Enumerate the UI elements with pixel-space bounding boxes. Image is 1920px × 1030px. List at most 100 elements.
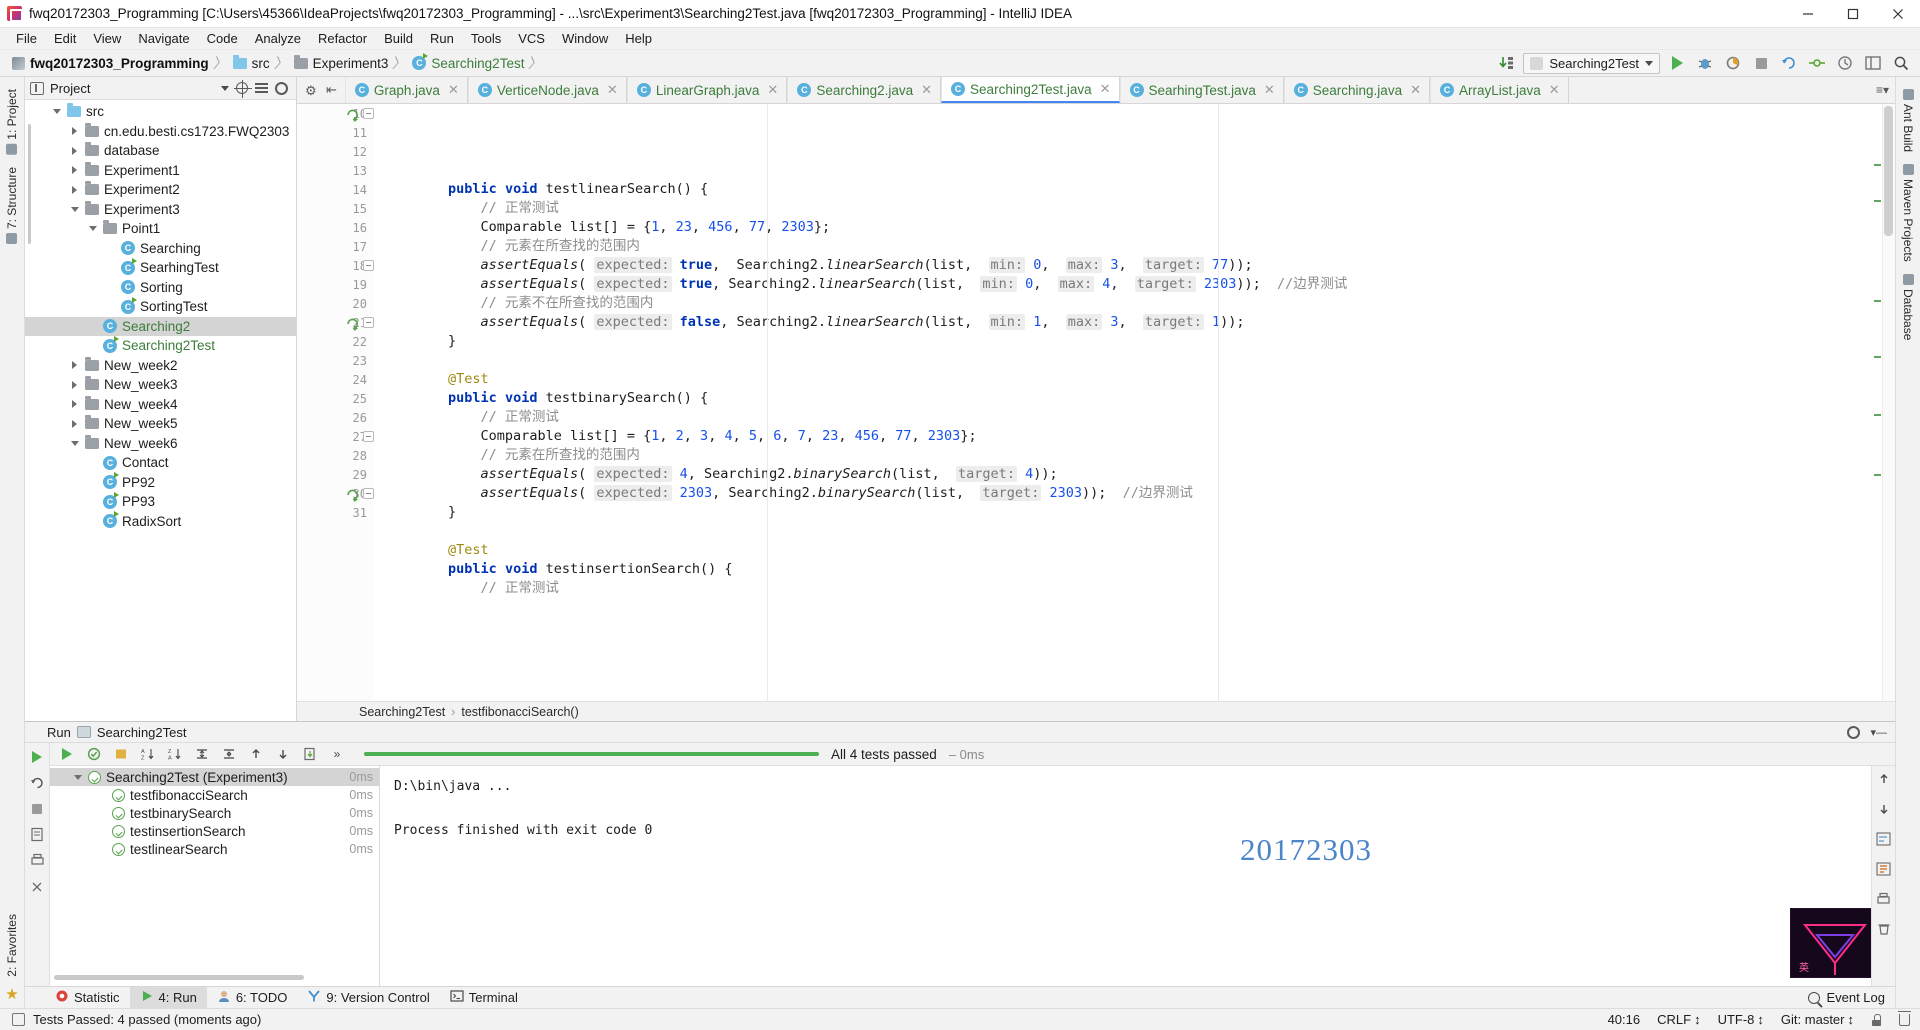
tree-node[interactable]: C Searching2 [25, 316, 296, 336]
gear-dropdown-icon[interactable]: ⚙ [305, 84, 318, 97]
expand-all-icon[interactable] [194, 746, 210, 762]
close-icon[interactable]: ✕ [607, 82, 618, 98]
caret-position[interactable]: 40:16 [1608, 1012, 1641, 1027]
tree-node[interactable]: Point1 [25, 219, 296, 239]
stop-icon[interactable] [29, 800, 46, 817]
run-test-gutter-icon[interactable] [345, 487, 361, 503]
search-icon[interactable] [1808, 991, 1821, 1004]
vcs-update-icon[interactable] [1778, 53, 1800, 74]
chevron-down-icon[interactable] [69, 206, 80, 212]
menu-navigate[interactable]: Navigate [130, 29, 197, 48]
tree-node[interactable]: C SearhingTest [25, 257, 296, 278]
tree-node[interactable]: Experiment1 [25, 161, 296, 181]
close-icon[interactable]: ✕ [1549, 82, 1560, 98]
file-encoding[interactable]: UTF-8 ↕ [1718, 1012, 1764, 1027]
minimize-panel-icon[interactable]: ▾— [1870, 726, 1887, 739]
tree-node[interactable]: New_week6 [25, 434, 296, 454]
chevron-right-icon[interactable] [69, 361, 80, 370]
gear-icon[interactable] [275, 81, 288, 95]
tree-node[interactable]: C Searching [25, 239, 296, 259]
hide-icon[interactable]: ⇤ [326, 82, 337, 98]
source-code[interactable]: public void testlinearSearch() { // 正常测试… [373, 104, 1895, 701]
scrollbar-thumb[interactable] [1884, 106, 1893, 236]
prev-test-icon[interactable] [248, 746, 264, 762]
editor-tab[interactable]: C VerticeNode.java ✕ [467, 77, 627, 103]
test-result-row[interactable]: Searching2Test (Experiment3) 0ms [50, 768, 379, 786]
show-ignored-icon[interactable] [113, 746, 129, 762]
minimize-button[interactable] [1785, 0, 1830, 28]
menu-refactor[interactable]: Refactor [310, 29, 375, 48]
editor-tab[interactable]: C Searching2Test.java ✕ [941, 77, 1120, 103]
debug-button[interactable] [1694, 53, 1716, 74]
chevron-right-icon[interactable] [69, 127, 80, 136]
run-configuration-selector[interactable]: Searching2Test [1523, 52, 1660, 74]
chevron-right-icon[interactable] [69, 380, 80, 389]
menu-edit[interactable]: Edit [46, 29, 84, 48]
scroll-up-icon[interactable] [1877, 772, 1891, 790]
more-options-icon[interactable]: » [329, 746, 345, 762]
rerun-failed-icon[interactable] [29, 774, 46, 791]
tree-node[interactable]: C PP93 [25, 491, 296, 512]
vcs-history-icon[interactable] [1834, 53, 1856, 74]
chevron-down-icon[interactable] [221, 85, 229, 91]
tree-node[interactable]: New_week4 [25, 395, 296, 415]
tree-node[interactable]: C PP92 [25, 472, 296, 493]
bottom-tab-todo[interactable]: 6: TODO [207, 987, 298, 1009]
tree-node[interactable]: Experiment2 [25, 180, 296, 200]
menu-tools[interactable]: Tools [463, 29, 509, 48]
tree-node[interactable]: C SortingTest [25, 296, 296, 317]
git-branch[interactable]: Git: master ↕ [1781, 1012, 1854, 1027]
chevron-right-icon[interactable] [69, 146, 80, 155]
bottom-tab-terminal[interactable]: Terminal [440, 987, 528, 1009]
chevron-right-icon[interactable] [69, 166, 80, 175]
menu-analyze[interactable]: Analyze [247, 29, 309, 48]
line-separator[interactable]: CRLF ↕ [1657, 1012, 1700, 1027]
editor-tab[interactable]: C ArrayList.java ✕ [1429, 77, 1569, 103]
layout-icon[interactable] [1862, 53, 1884, 74]
close-icon[interactable]: ✕ [1100, 81, 1111, 97]
clear-all-icon[interactable] [1877, 922, 1891, 940]
sort-alphabetically-icon[interactable]: AZ [140, 746, 156, 762]
chevron-down-icon[interactable] [72, 774, 83, 780]
tree-node[interactable]: New_week5 [25, 414, 296, 434]
chevron-down-icon[interactable] [87, 226, 98, 232]
breadcrumb-project[interactable]: fwq20172303_Programming [8, 56, 213, 71]
close-icon[interactable]: ✕ [1410, 82, 1421, 98]
menu-run[interactable]: Run [422, 29, 462, 48]
download-icon[interactable] [1495, 53, 1517, 74]
scroll-to-end-icon[interactable] [1876, 862, 1891, 880]
close-button[interactable] [1875, 0, 1920, 28]
breadcrumb-class-label[interactable]: Searching2Test [359, 705, 445, 719]
menu-build[interactable]: Build [376, 29, 421, 48]
editor-tab[interactable]: C SearhingTest.java ✕ [1119, 77, 1284, 103]
gear-icon[interactable] [1847, 725, 1861, 739]
chevron-right-icon[interactable] [69, 400, 80, 409]
run-with-coverage-button[interactable] [1722, 53, 1744, 74]
stop-button[interactable] [1750, 53, 1772, 74]
collapse-all-icon[interactable] [221, 746, 237, 762]
tree-node[interactable]: C RadixSort [25, 511, 296, 532]
tree-node[interactable]: C Contact [25, 453, 296, 473]
menu-code[interactable]: Code [199, 29, 246, 48]
event-log-button[interactable]: Event Log [1826, 990, 1885, 1005]
soft-wrap-icon[interactable] [1876, 832, 1891, 850]
breadcrumb-member-label[interactable]: testfibonacciSearch() [461, 705, 578, 719]
chevron-right-icon[interactable] [69, 419, 80, 428]
rerun-tests-button[interactable] [59, 746, 75, 762]
scroll-from-source-icon[interactable] [234, 80, 252, 98]
bottom-tab-version-control[interactable]: 9: Version Control [297, 987, 439, 1009]
test-tree-scrollbar[interactable] [54, 975, 304, 980]
sidebar-item-maven-projects[interactable]: Maven Projects [1898, 158, 1918, 268]
close-icon[interactable]: ✕ [1264, 82, 1275, 98]
scroll-down-icon[interactable] [1877, 802, 1891, 820]
project-scrollbar[interactable] [28, 124, 31, 244]
close-icon[interactable]: ✕ [767, 82, 778, 98]
run-button[interactable] [1666, 53, 1688, 74]
bottom-tab-statistic[interactable]: Statistic [45, 987, 130, 1009]
search-everywhere-icon[interactable] [1890, 53, 1912, 74]
trash-icon[interactable] [1898, 1010, 1911, 1026]
export-test-results-icon[interactable] [302, 746, 318, 762]
run-test-gutter-icon[interactable] [345, 316, 361, 332]
sort-by-duration-icon[interactable]: ZA [167, 746, 183, 762]
breadcrumb-folder[interactable]: Experiment3 [290, 54, 393, 71]
